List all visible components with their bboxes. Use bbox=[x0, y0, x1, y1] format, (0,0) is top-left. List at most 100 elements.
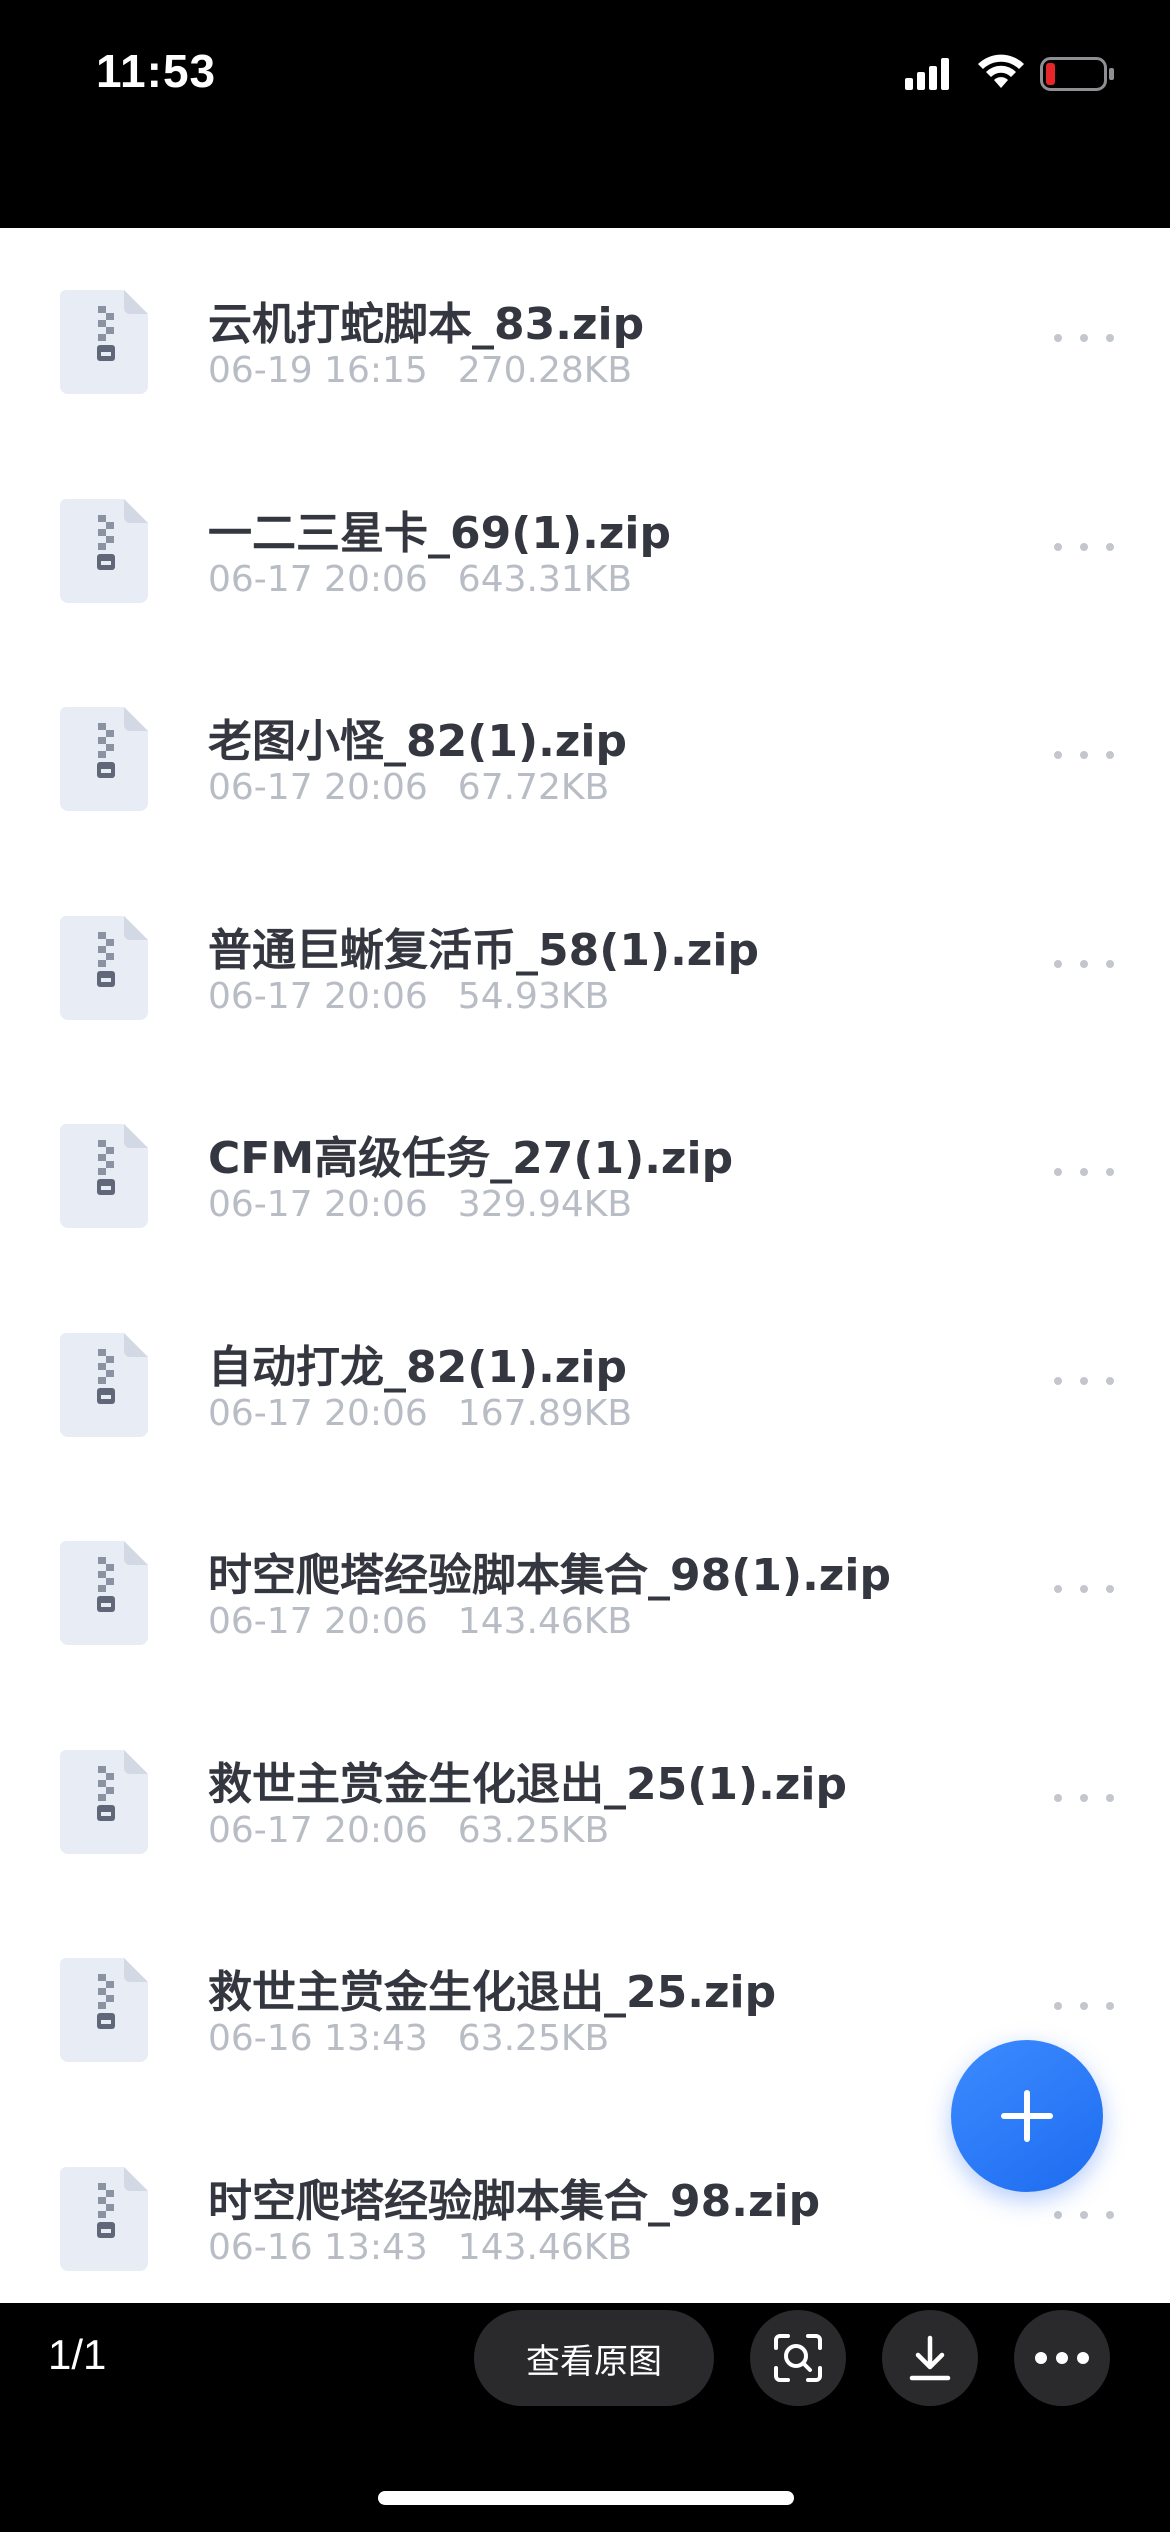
file-date: 06-17 20:06 bbox=[208, 1809, 428, 1851]
more-dot bbox=[1054, 334, 1062, 342]
file-date: 06-17 20:06 bbox=[208, 1601, 428, 1642]
file-size: 329.94KB bbox=[457, 1184, 633, 1225]
more-dot bbox=[1080, 542, 1088, 551]
file-date: 06-17 20:06 bbox=[208, 1392, 428, 1434]
more-options-button[interactable] bbox=[1014, 2310, 1110, 2406]
more-dot bbox=[1080, 1168, 1088, 1176]
add-button[interactable] bbox=[951, 2040, 1103, 2192]
file-meta: 06-17 20:06 329.94KB bbox=[208, 1184, 632, 1225]
file-size: 167.89KB bbox=[457, 1392, 633, 1434]
file-size: 63.25KB bbox=[457, 1809, 610, 1851]
file-date: 06-17 20:06 bbox=[208, 1184, 428, 1225]
zip-file-icon bbox=[60, 707, 148, 811]
cellular-signal-icon bbox=[905, 58, 949, 90]
more-dot bbox=[1054, 2210, 1062, 2219]
battery-low-icon bbox=[1040, 57, 1114, 91]
file-meta: 06-17 20:06 54.93KB bbox=[208, 976, 609, 1017]
file-more-button[interactable] bbox=[1054, 1581, 1114, 1597]
file-meta: 06-16 13:43 63.25KB bbox=[208, 2018, 609, 2059]
file-date: 06-17 20:06 bbox=[208, 767, 428, 808]
file-list-item[interactable]: 救世主赏金生化退出_25(1).zip 06-17 20:06 63.25KB bbox=[0, 1688, 1170, 1897]
status-time: 11:53 bbox=[96, 45, 217, 97]
file-list-item[interactable]: CFM高级任务_27(1).zip 06-17 20:06 329.94KB bbox=[0, 1062, 1170, 1271]
file-size: 67.72KB bbox=[457, 767, 610, 808]
file-date: 06-17 20:06 bbox=[208, 975, 428, 1017]
more-dot bbox=[1106, 1376, 1114, 1385]
more-dot bbox=[1054, 2002, 1062, 2010]
more-dot bbox=[1106, 2210, 1114, 2219]
file-name: 一二三星卡_69(1).zip bbox=[208, 507, 671, 559]
more-dot bbox=[1080, 2210, 1088, 2219]
zip-file-icon bbox=[60, 915, 148, 1020]
download-button[interactable] bbox=[882, 2310, 978, 2406]
zip-file-icon bbox=[60, 1749, 148, 1854]
file-size: 63.25KB bbox=[457, 2018, 610, 2059]
file-list-item[interactable]: 自动打龙_82(1).zip 06-17 20:06 167.89KB bbox=[0, 1271, 1170, 1480]
more-dot bbox=[1054, 1168, 1062, 1176]
more-dot bbox=[1106, 2002, 1114, 2010]
zip-file-icon bbox=[60, 1124, 148, 1228]
view-original-button[interactable]: 查看原图 bbox=[474, 2310, 714, 2406]
more-dot bbox=[1080, 1793, 1088, 1802]
file-list: 云机打蛇脚本_83.zip 06-19 16:15 270.28KB 一二三星卡_… bbox=[0, 228, 1170, 2303]
file-more-button[interactable] bbox=[1054, 747, 1114, 763]
file-list-item[interactable]: 老图小怪_82(1).zip 06-17 20:06 67.72KB bbox=[0, 645, 1170, 854]
viewer-toolbar: 1/1 查看原图 bbox=[0, 2303, 1170, 2532]
file-name: 自动打龙_82(1).zip bbox=[208, 1341, 627, 1393]
file-name: 救世主赏金生化退出_25.zip bbox=[208, 1967, 777, 2018]
file-size: 54.93KB bbox=[457, 975, 610, 1017]
zip-file-icon bbox=[60, 1541, 148, 1645]
file-name: 老图小怪_82(1).zip bbox=[208, 716, 627, 767]
file-date: 06-19 16:15 bbox=[208, 350, 428, 391]
file-name: 云机打蛇脚本_83.zip bbox=[208, 299, 645, 350]
file-name: 时空爬塔经验脚本集合_98.zip bbox=[208, 2175, 821, 2227]
more-dot bbox=[1080, 1585, 1088, 1593]
more-dot bbox=[1080, 1376, 1088, 1385]
file-meta: 06-19 16:15 270.28KB bbox=[208, 350, 632, 391]
scan-search-button[interactable] bbox=[750, 2310, 846, 2406]
screen: 11:53 云机打蛇脚本_83.zip 06-19 16:15 270.28KB… bbox=[0, 0, 1170, 2532]
status-bar: 11:53 bbox=[0, 0, 1170, 228]
file-meta: 06-16 13:43 143.46KB bbox=[208, 2227, 632, 2268]
more-icon bbox=[1035, 2352, 1089, 2364]
more-dot bbox=[1054, 542, 1062, 551]
file-list-item[interactable]: 普通巨蜥复活币_58(1).zip 06-17 20:06 54.93KB bbox=[0, 854, 1170, 1063]
file-name: CFM高级任务_27(1).zip bbox=[208, 1133, 734, 1184]
more-dot bbox=[1106, 334, 1114, 342]
more-dot bbox=[1080, 959, 1088, 968]
file-more-button[interactable] bbox=[1054, 1164, 1114, 1180]
file-more-button[interactable] bbox=[1054, 2207, 1114, 2223]
file-list-item[interactable]: 一二三星卡_69(1).zip 06-17 20:06 643.31KB bbox=[0, 437, 1170, 646]
more-dot bbox=[1106, 1168, 1114, 1176]
more-dot bbox=[1054, 751, 1062, 759]
zip-file-icon bbox=[60, 1332, 148, 1437]
more-dot bbox=[1054, 959, 1062, 968]
page-counter: 1/1 bbox=[48, 2331, 107, 2378]
more-dot bbox=[1106, 542, 1114, 551]
file-list-item[interactable]: 时空爬塔经验脚本集合_98(1).zip 06-17 20:06 143.46KB bbox=[0, 1479, 1170, 1688]
file-more-button[interactable] bbox=[1054, 1998, 1114, 2014]
file-list-item[interactable]: 云机打蛇脚本_83.zip 06-19 16:15 270.28KB bbox=[0, 228, 1170, 437]
zip-file-icon bbox=[60, 1958, 148, 2062]
file-name: 普通巨蜥复活币_58(1).zip bbox=[208, 924, 759, 976]
file-more-button[interactable] bbox=[1054, 1373, 1114, 1389]
file-more-button[interactable] bbox=[1054, 539, 1114, 555]
more-dot bbox=[1106, 751, 1114, 759]
home-indicator[interactable] bbox=[378, 2491, 794, 2505]
more-dot bbox=[1080, 334, 1088, 342]
more-dot bbox=[1054, 1793, 1062, 1802]
file-size: 143.46KB bbox=[457, 1601, 633, 1642]
file-more-button[interactable] bbox=[1054, 330, 1114, 346]
file-more-button[interactable] bbox=[1054, 1790, 1114, 1806]
file-more-button[interactable] bbox=[1054, 956, 1114, 972]
download-icon bbox=[909, 2335, 951, 2381]
zip-file-icon bbox=[60, 498, 148, 603]
file-name: 时空爬塔经验脚本集合_98(1).zip bbox=[208, 1550, 891, 1601]
file-meta: 06-17 20:06 143.46KB bbox=[208, 1601, 632, 1642]
more-dot bbox=[1080, 751, 1088, 759]
file-date: 06-17 20:06 bbox=[208, 558, 428, 600]
file-meta: 06-17 20:06 63.25KB bbox=[208, 1810, 609, 1851]
file-size: 270.28KB bbox=[457, 350, 633, 391]
more-dot bbox=[1106, 959, 1114, 968]
zip-file-icon bbox=[60, 2166, 148, 2271]
